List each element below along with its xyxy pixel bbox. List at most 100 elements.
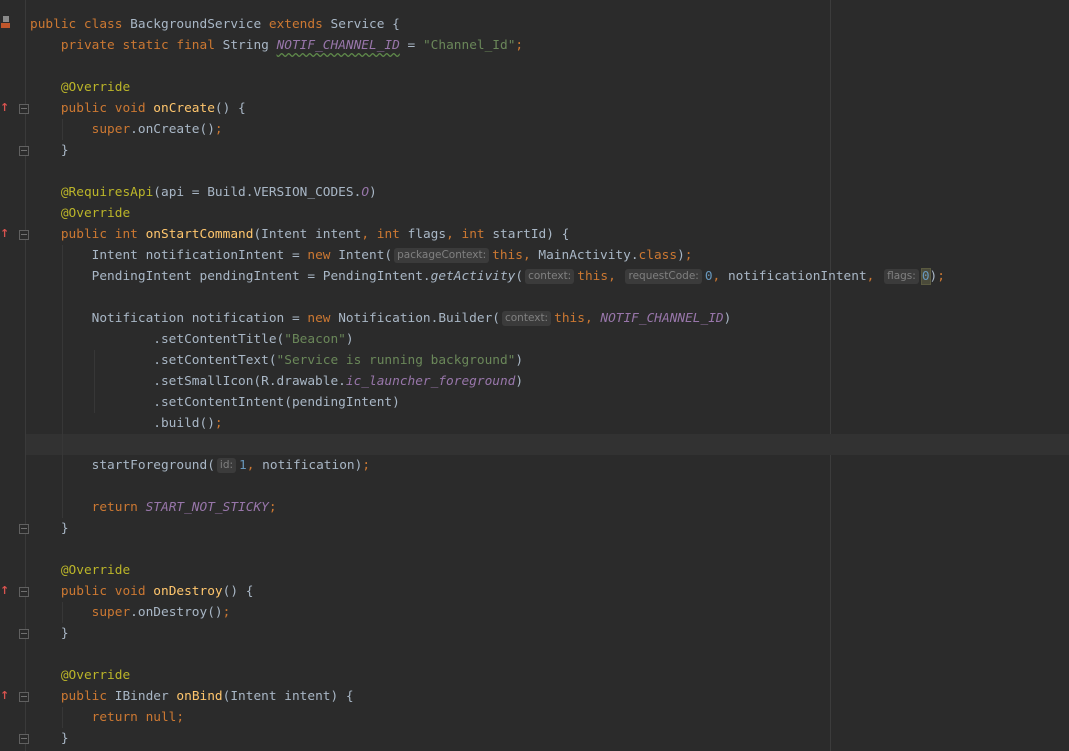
code-token: } xyxy=(30,521,69,536)
code-token: public void xyxy=(60,101,154,116)
code-token: ; xyxy=(362,458,371,473)
parameter-hint: context: xyxy=(525,269,575,284)
code-line[interactable]: .setContentText("Service is running back… xyxy=(30,350,523,371)
code-token: new xyxy=(307,248,339,263)
code-token: (Intent intent) { xyxy=(222,689,354,704)
code-token: ) xyxy=(515,374,524,389)
parameter-hint: context: xyxy=(501,311,552,326)
code-token: extends xyxy=(268,17,331,32)
code-token: .onCreate() xyxy=(130,122,215,137)
code-line[interactable]: PendingIntent pendingIntent = PendingInt… xyxy=(30,266,945,287)
code-token: .setContentIntent(pendingIntent) xyxy=(30,395,400,410)
override-method-icon[interactable]: ↑ xyxy=(0,690,9,702)
code-token: Notification.Builder( xyxy=(338,311,500,326)
code-token: onStartCommand xyxy=(145,227,254,242)
override-method-icon[interactable]: ↑ xyxy=(0,585,9,597)
code-token: Intent( xyxy=(338,248,393,263)
code-token: } xyxy=(30,626,69,641)
fold-marker-icon[interactable] xyxy=(19,104,29,114)
code-token: O xyxy=(361,185,370,200)
code-token: .setContentText( xyxy=(30,353,277,368)
code-token: } xyxy=(30,731,69,746)
code-line[interactable]: Notification notification = new Notifica… xyxy=(30,308,731,329)
code-line[interactable]: } xyxy=(30,518,69,539)
code-token: super xyxy=(91,605,131,620)
code-token: ; xyxy=(684,248,693,263)
fold-marker-icon[interactable] xyxy=(19,146,29,156)
code-line[interactable]: super.onDestroy(); xyxy=(30,602,231,623)
code-token: ; xyxy=(268,500,277,515)
code-line[interactable]: } xyxy=(30,728,69,749)
fold-marker-icon[interactable] xyxy=(19,524,29,534)
code-token: , xyxy=(712,269,728,284)
code-token: , xyxy=(246,458,263,473)
code-line[interactable]: startForeground(id: 1, notification); xyxy=(30,455,370,476)
code-token: , int xyxy=(361,227,408,242)
code-token: notificationIntent xyxy=(727,269,867,284)
code-line[interactable]: Intent notificationIntent = new Intent(p… xyxy=(30,245,693,266)
fold-marker-icon[interactable] xyxy=(19,230,29,240)
code-line[interactable]: .build(); xyxy=(30,413,222,434)
code-line[interactable]: @RequiresApi(api = Build.VERSION_CODES.O… xyxy=(30,182,377,203)
code-token: ) xyxy=(345,332,354,347)
code-line[interactable]: .setSmallIcon(R.drawable.ic_launcher_for… xyxy=(30,371,523,392)
code-token: flags xyxy=(407,227,447,242)
code-token: onCreate xyxy=(153,101,215,116)
code-line[interactable]: } xyxy=(30,623,69,644)
code-token: String xyxy=(222,38,277,53)
code-line[interactable]: @Override xyxy=(30,203,130,224)
code-token: IBinder xyxy=(114,689,177,704)
code-line[interactable]: public class BackgroundService extends S… xyxy=(30,14,400,35)
code-token: , xyxy=(584,311,601,326)
code-token: (Intent intent xyxy=(253,227,362,242)
code-token: onDestroy xyxy=(153,584,223,599)
fold-marker-icon[interactable] xyxy=(19,587,29,597)
code-token: ic_launcher_foreground xyxy=(345,374,516,389)
code-token: public class xyxy=(30,17,131,32)
code-line[interactable]: } xyxy=(30,140,69,161)
code-line[interactable]: super.onCreate(); xyxy=(30,119,223,140)
code-token: startForeground( xyxy=(30,458,215,473)
code-token: Intent notificationIntent = xyxy=(30,248,308,263)
code-token: @Override xyxy=(60,563,131,578)
code-token: .onDestroy() xyxy=(130,605,223,620)
code-token: "Service is running background" xyxy=(276,353,516,368)
parameter-hint: packageContext: xyxy=(394,248,490,263)
code-token: @Override xyxy=(60,206,131,221)
code-line[interactable]: .setContentTitle("Beacon") xyxy=(30,329,354,350)
code-token: ) xyxy=(723,311,732,326)
override-method-icon[interactable]: ↑ xyxy=(0,228,9,240)
code-token: MainActivity. xyxy=(538,248,639,263)
code-token: NOTIF_CHANNEL_ID xyxy=(600,311,724,326)
fold-marker-icon[interactable] xyxy=(19,629,29,639)
code-token: getActivity xyxy=(430,269,516,284)
code-line[interactable]: public void onDestroy() { xyxy=(30,581,254,602)
editor-gutter: ↑ ↑ ↑ ↑ xyxy=(0,0,29,751)
fold-marker-icon[interactable] xyxy=(19,692,29,702)
code-token: return null xyxy=(91,710,177,725)
code-token: PendingIntent pendingIntent = PendingInt… xyxy=(30,269,431,284)
code-line[interactable]: @Override xyxy=(30,560,130,581)
override-method-icon[interactable]: ↑ xyxy=(0,102,9,114)
code-line[interactable]: public void onCreate() { xyxy=(30,98,246,119)
code-token: return xyxy=(91,500,146,515)
code-token: , xyxy=(866,269,883,284)
code-line[interactable]: private static final String NOTIF_CHANNE… xyxy=(30,35,523,56)
code-token: ( xyxy=(515,269,524,284)
code-token: super xyxy=(91,122,131,137)
code-line[interactable]: public int onStartCommand(Intent intent,… xyxy=(30,224,570,245)
code-line[interactable]: public IBinder onBind(Intent intent) { xyxy=(30,686,354,707)
fold-marker-icon[interactable] xyxy=(19,734,29,744)
code-token: startId) { xyxy=(492,227,570,242)
code-line[interactable]: @Override xyxy=(30,77,130,98)
code-line[interactable]: @Override xyxy=(30,665,130,686)
code-token: notification) xyxy=(262,458,363,473)
code-line[interactable]: .setContentIntent(pendingIntent) xyxy=(30,392,400,413)
code-line[interactable]: return null; xyxy=(30,707,184,728)
right-margin-guide xyxy=(830,0,831,751)
code-token: public int xyxy=(60,227,146,242)
code-line[interactable]: return START_NOT_STICKY; xyxy=(30,497,277,518)
